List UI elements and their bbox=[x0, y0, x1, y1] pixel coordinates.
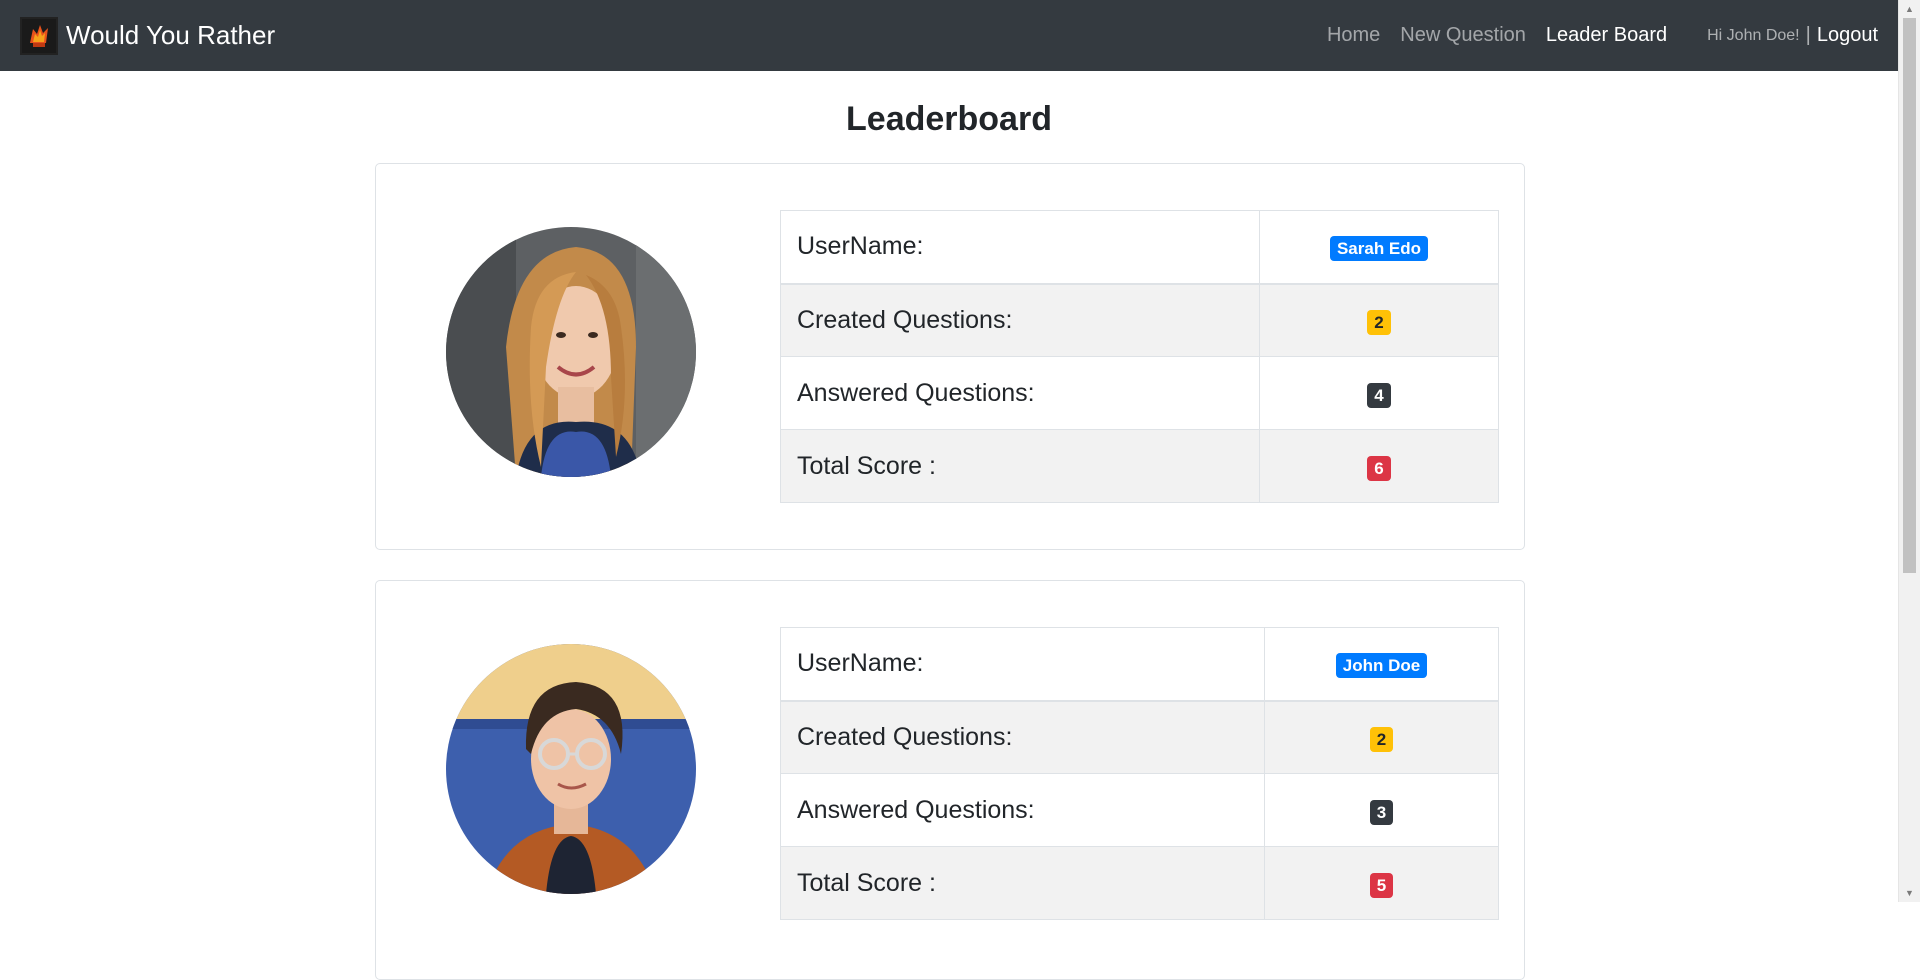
nav-home[interactable]: Home bbox=[1327, 24, 1380, 47]
total-score-cell: 5 bbox=[1264, 846, 1499, 920]
nav-links: Home New Question Leader Board Hi John D… bbox=[1307, 24, 1878, 47]
answered-questions-cell: 4 bbox=[1259, 356, 1499, 430]
answered-questions-badge: 4 bbox=[1367, 382, 1391, 408]
brand-logo-icon bbox=[20, 16, 58, 55]
scroll-down-arrow-icon[interactable]: ▼ bbox=[1899, 884, 1920, 902]
created-questions-label: Created Questions: bbox=[780, 283, 1260, 357]
user-greeting: Hi John Doe! bbox=[1707, 26, 1800, 44]
username-cell: Sarah Edo bbox=[1259, 210, 1499, 285]
scroll-up-arrow-icon[interactable]: ▲ bbox=[1899, 0, 1920, 18]
user-stats-table: UserName: John Doe Created Questions: 2 … bbox=[780, 627, 1499, 920]
total-score-badge: 6 bbox=[1367, 455, 1391, 481]
username-cell: John Doe bbox=[1264, 627, 1499, 702]
created-questions-label: Created Questions: bbox=[780, 700, 1265, 774]
answered-questions-label: Answered Questions: bbox=[780, 356, 1260, 430]
answered-questions-label: Answered Questions: bbox=[780, 773, 1265, 847]
nav-separator: | bbox=[1805, 24, 1811, 46]
answered-questions-cell: 3 bbox=[1264, 773, 1499, 847]
username-badge: Sarah Edo bbox=[1329, 236, 1429, 262]
user-stats-table: UserName: Sarah Edo Created Questions: 2… bbox=[780, 210, 1499, 503]
created-questions-badge: 2 bbox=[1369, 726, 1394, 752]
nav-new-question[interactable]: New Question bbox=[1400, 24, 1526, 47]
created-questions-badge: 2 bbox=[1367, 309, 1391, 335]
username-label: UserName: bbox=[780, 627, 1265, 702]
brand-link[interactable]: Would You Rather bbox=[20, 16, 276, 55]
leaderboard-card: UserName: Sarah Edo Created Questions: 2… bbox=[375, 163, 1525, 550]
total-score-label: Total Score : bbox=[780, 429, 1260, 503]
top-navbar: Would You Rather Home New Question Leade… bbox=[0, 0, 1898, 71]
table-row: Created Questions: 2 bbox=[780, 283, 1499, 357]
username-label: UserName: bbox=[780, 210, 1260, 285]
logout-link[interactable]: Logout bbox=[1817, 24, 1878, 47]
created-questions-cell: 2 bbox=[1259, 283, 1499, 357]
total-score-badge: 5 bbox=[1369, 872, 1394, 898]
user-avatar bbox=[446, 227, 696, 477]
table-row: Answered Questions: 3 bbox=[780, 773, 1499, 847]
table-row: Total Score : 5 bbox=[780, 846, 1499, 920]
table-row: UserName: John Doe bbox=[780, 627, 1499, 702]
user-avatar bbox=[446, 644, 696, 894]
scrollbar-thumb[interactable] bbox=[1903, 18, 1916, 573]
nav-leader-board[interactable]: Leader Board bbox=[1546, 24, 1667, 47]
leaderboard-card: UserName: John Doe Created Questions: 2 … bbox=[375, 580, 1525, 980]
page-scrollbar[interactable]: ▲ ▼ bbox=[1898, 0, 1920, 902]
username-badge: John Doe bbox=[1335, 653, 1428, 679]
created-questions-cell: 2 bbox=[1264, 700, 1499, 774]
answered-questions-badge: 3 bbox=[1369, 799, 1394, 825]
total-score-label: Total Score : bbox=[780, 846, 1265, 920]
table-row: Answered Questions: 4 bbox=[780, 356, 1499, 430]
brand-title: Would You Rather bbox=[66, 20, 276, 50]
table-row: Total Score : 6 bbox=[780, 429, 1499, 503]
table-row: UserName: Sarah Edo bbox=[780, 210, 1499, 285]
page-title: Leaderboard bbox=[846, 100, 1052, 138]
table-row: Created Questions: 2 bbox=[780, 700, 1499, 774]
total-score-cell: 6 bbox=[1259, 429, 1499, 503]
